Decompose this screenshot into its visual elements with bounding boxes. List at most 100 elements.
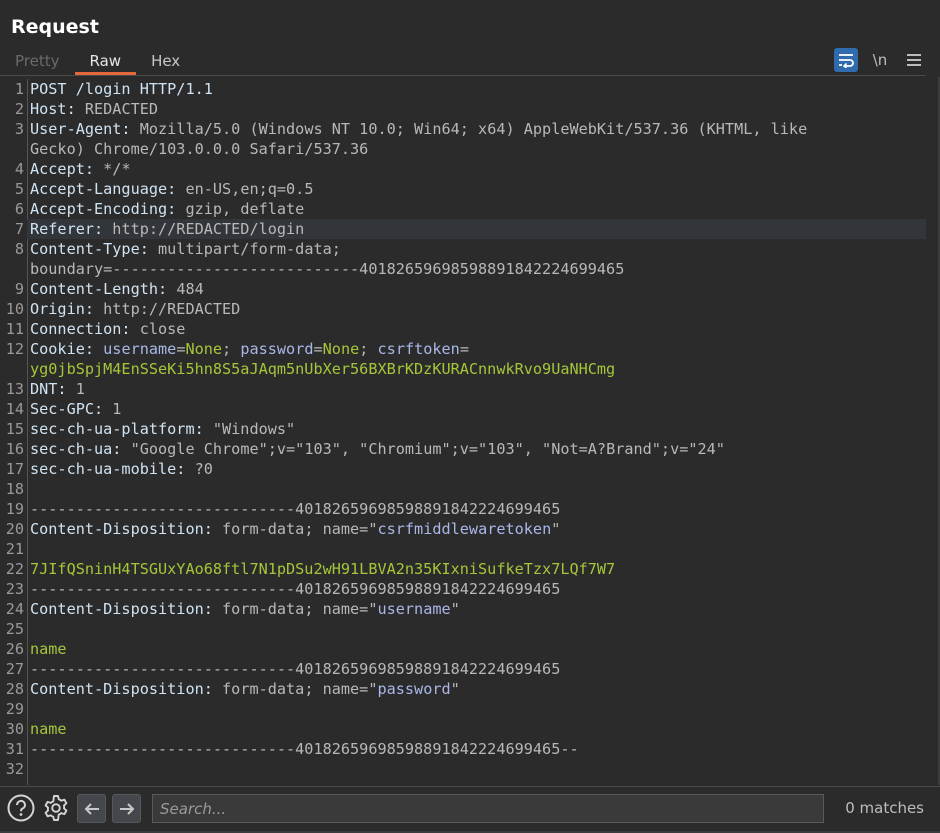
token-hn: Origin:: [30, 300, 104, 318]
code-line[interactable]: 27 -----------------------------401826596…: [0, 659, 926, 679]
raw-request-editor[interactable]: 1 POST /login HTTP/1.1 2 Host: REDACTED 3 Use…: [0, 79, 926, 785]
line-number: 30: [5, 720, 24, 738]
code-line[interactable]: 2 Host: REDACTED: [0, 99, 926, 119]
token-hv: en-US,en;q=0.5: [185, 180, 314, 198]
code-line-wrap[interactable]: Gecko) Chrome/103.0.0.0 Safari/537.36: [0, 139, 926, 159]
token-hn: Content-Disposition:: [30, 520, 223, 538]
token-bd: -----------------------------40182659698…: [30, 660, 561, 678]
line-content: yg0jbSpjM4EnSSeKi5hn8S5aJAqm5nUbXer56BXB…: [27, 359, 926, 379]
code-line[interactable]: 1 POST /login HTTP/1.1: [0, 79, 926, 99]
token-qs: password: [240, 340, 314, 358]
code-line[interactable]: 17 sec-ch-ua-mobile: ?0: [0, 459, 926, 479]
code-line[interactable]: 20 Content-Disposition: form-data; name="…: [0, 519, 926, 539]
arrow-right-icon: [119, 802, 134, 815]
show-newlines-toggle[interactable]: \n: [868, 48, 892, 72]
hamburger-menu-icon: [907, 54, 921, 66]
code-line[interactable]: 14 Sec-GPC: 1: [0, 399, 926, 419]
line-number: 9: [14, 280, 24, 298]
token-hv: 484: [176, 280, 204, 298]
token-hv: http://REDACTED: [103, 300, 241, 318]
code-line[interactable]: 15 sec-ch-ua-platform: "Windows": [0, 419, 926, 439]
token-hn: Content-Length:: [30, 280, 177, 298]
code-line[interactable]: 30 name: [0, 719, 926, 739]
token-hn: Accept-Encoding:: [30, 200, 186, 218]
code-line[interactable]: 6 Accept-Encoding: gzip, deflate: [0, 199, 926, 219]
help-button[interactable]: [6, 793, 36, 823]
line-number: 28: [5, 680, 24, 698]
code-line[interactable]: 31 -----------------------------401826596…: [0, 739, 926, 759]
next-match-button[interactable]: [112, 794, 141, 823]
code-line[interactable]: 22 7JIfQSninH4TSGUxYAo68ftl7N1pDSu2wH91LB…: [0, 559, 926, 579]
line-number: 22: [5, 560, 24, 578]
token-pv: 7JIfQSninH4TSGUxYAo68ftl7N1pDSu2wH91LBVA…: [30, 560, 616, 578]
code-line[interactable]: 4 Accept: */*: [0, 159, 926, 179]
code-line-wrap[interactable]: yg0jbSpjM4EnSSeKi5hn8S5aJAqm5nUbXer56BXB…: [0, 359, 926, 379]
line-content: Accept-Language: en-US,en;q=0.5: [27, 179, 926, 199]
token-hv: close: [139, 320, 186, 338]
token-hn: Content-Disposition:: [30, 600, 223, 618]
token-hv: 1: [75, 380, 85, 398]
line-content: sec-ch-ua: "Google Chrome";v="103", "Chr…: [27, 439, 926, 459]
token-hn: Cookie:: [30, 340, 104, 358]
tab-raw[interactable]: Raw: [74, 47, 137, 75]
code-line[interactable]: 18: [0, 479, 926, 499]
tab-divider: [0, 75, 926, 76]
code-line[interactable]: 29: [0, 699, 926, 719]
token-hv: ": [450, 600, 460, 618]
line-content: [27, 539, 926, 559]
line-content: -----------------------------40182659698…: [27, 579, 926, 599]
code-line[interactable]: 5 Accept-Language: en-US,en;q=0.5: [0, 179, 926, 199]
code-line[interactable]: 19 -----------------------------401826596…: [0, 499, 926, 519]
options-menu-button[interactable]: [902, 48, 926, 72]
line-number: [0, 139, 27, 159]
token-hn: POST /login HTTP/1.1: [30, 80, 213, 98]
token-hv: =: [459, 340, 469, 358]
code-line[interactable]: 26 name: [0, 639, 926, 659]
line-content: Origin: http://REDACTED: [27, 299, 926, 319]
token-hv: Mozilla/5.0 (Windows NT 10.0; Win64; x64…: [139, 120, 808, 138]
token-hv: ": [551, 520, 561, 538]
token-hv: ;: [359, 340, 378, 358]
tab-pretty[interactable]: Pretty: [0, 47, 75, 75]
wrap-lines-icon: [839, 54, 854, 68]
code-line[interactable]: 11 Connection: close: [0, 319, 926, 339]
line-content: sec-ch-ua-mobile: ?0: [27, 459, 926, 479]
code-line[interactable]: 28 Content-Disposition: form-data; name="…: [0, 679, 926, 699]
code-line[interactable]: 21: [0, 539, 926, 559]
token-qs: csrftoken: [377, 340, 460, 358]
line-content: Content-Disposition: form-data; name="us…: [27, 599, 926, 619]
token-hn: Accept:: [30, 160, 104, 178]
tab-hex[interactable]: Hex: [136, 47, 195, 75]
token-qs: username: [103, 340, 177, 358]
previous-match-button[interactable]: [77, 794, 106, 823]
wrap-lines-toggle[interactable]: [834, 48, 858, 72]
code-line[interactable]: 9 Content-Length: 484: [0, 279, 926, 299]
code-line[interactable]: 12 Cookie: username=None; password=None; …: [0, 339, 926, 359]
code-line-wrap[interactable]: boundary=---------------------------4018…: [0, 259, 926, 279]
line-number: 10: [5, 300, 24, 318]
token-hn: Sec-GPC:: [30, 400, 113, 418]
token-pv: name: [30, 720, 67, 738]
code-line[interactable]: 3 User-Agent: Mozilla/5.0 (Windows NT 10.…: [0, 119, 926, 139]
code-line[interactable]: 10 Origin: http://REDACTED: [0, 299, 926, 319]
code-line[interactable]: 25: [0, 619, 926, 639]
search-input[interactable]: [152, 794, 824, 823]
token-hv: ?0: [194, 460, 213, 478]
line-content: Accept: */*: [27, 159, 926, 179]
code-line[interactable]: 7 Referer: http://REDACTED/login: [0, 219, 926, 239]
code-line[interactable]: 16 sec-ch-ua: "Google Chrome";v="103", "C…: [0, 439, 926, 459]
token-hn: User-Agent:: [30, 120, 140, 138]
line-number: 26: [5, 640, 24, 658]
code-line[interactable]: 8 Content-Type: multipart/form-data;: [0, 239, 926, 259]
line-content: -----------------------------40182659698…: [27, 739, 926, 759]
line-content: User-Agent: Mozilla/5.0 (Windows NT 10.0…: [27, 119, 926, 139]
settings-button[interactable]: [41, 793, 71, 823]
line-number: 27: [5, 660, 24, 678]
view-tabs: Pretty Raw Hex: [0, 47, 195, 75]
token-hn: sec-ch-ua:: [30, 440, 131, 458]
code-line[interactable]: 24 Content-Disposition: form-data; name="…: [0, 599, 926, 619]
code-line[interactable]: 13 DNT: 1: [0, 379, 926, 399]
help-icon: [7, 794, 35, 822]
code-line[interactable]: 32: [0, 759, 926, 779]
code-line[interactable]: 23 -----------------------------401826596…: [0, 579, 926, 599]
